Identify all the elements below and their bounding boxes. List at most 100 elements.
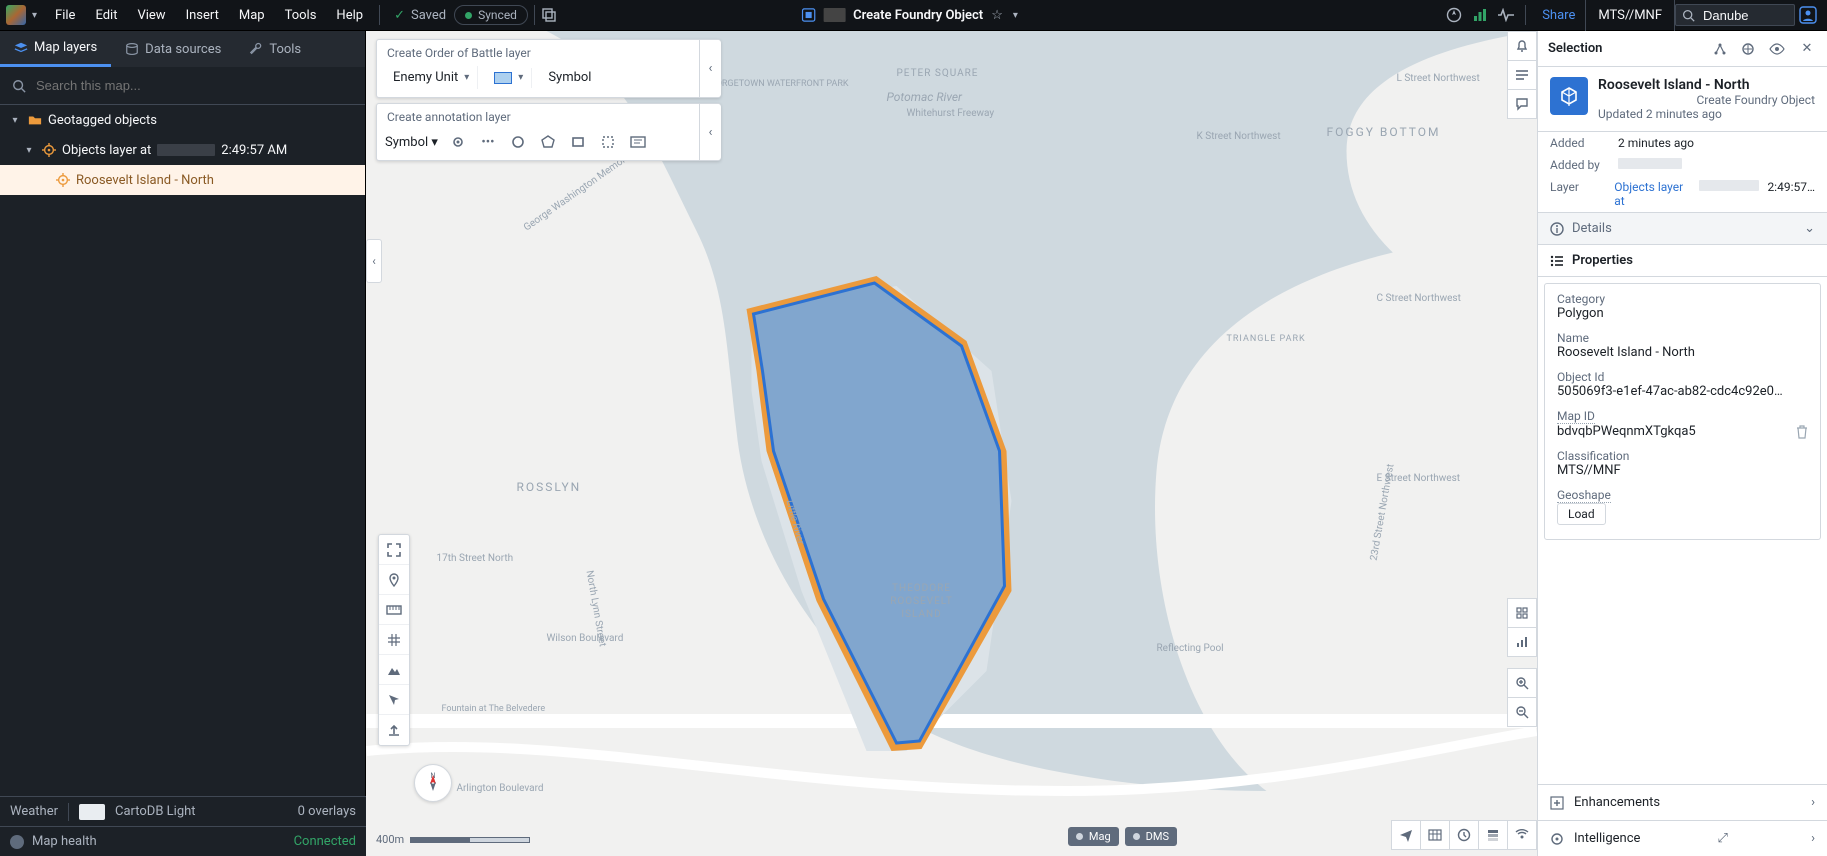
point-icon[interactable] (448, 132, 468, 152)
cube-icon (1550, 77, 1588, 115)
app-icon[interactable] (6, 5, 26, 25)
prop-category-value: Polygon (1557, 306, 1808, 321)
oob-color-dropdown[interactable]: ▾ (486, 68, 532, 88)
menu-tools[interactable]: Tools (275, 0, 327, 31)
compass-icon[interactable] (1441, 2, 1467, 28)
overlays-count[interactable]: 0 overlays (298, 804, 356, 819)
tab-map-layers[interactable]: Map layers (0, 31, 111, 67)
details-section[interactable]: Details ⌄ (1538, 212, 1827, 245)
chevron-down-icon[interactable]: ▾ (22, 145, 36, 156)
trash-icon[interactable] (1796, 425, 1808, 439)
redacted (157, 144, 215, 156)
tab-tools[interactable]: Tools (235, 31, 315, 67)
clock-icon[interactable] (1449, 820, 1479, 850)
tree-root[interactable]: ▾ Geotagged objects (0, 105, 365, 135)
layer-link[interactable]: Objects layer at (1614, 180, 1691, 208)
star-icon[interactable]: ☆ (991, 8, 1003, 23)
toggle-dms[interactable]: DMS (1125, 827, 1177, 846)
bars-icon[interactable] (1467, 2, 1493, 28)
tree-layer[interactable]: ▾ Objects layer at 2:49:57 AM (0, 135, 365, 165)
global-search-input[interactable] (1701, 7, 1781, 24)
ruler-button[interactable] (379, 595, 409, 625)
pulse-icon[interactable] (1493, 2, 1519, 28)
upload-button[interactable] (379, 715, 409, 745)
list-icon[interactable] (1507, 60, 1537, 90)
label-island1: THEODORE (892, 583, 951, 594)
cursor-button[interactable] (379, 685, 409, 715)
enhancements-section[interactable]: Enhancements › (1538, 784, 1827, 820)
label-kstreet: K Street Northwest (1197, 131, 1281, 142)
properties-tab[interactable]: Properties (1538, 245, 1827, 277)
anno-collapse[interactable]: ‹ (699, 104, 721, 160)
eye-icon[interactable] (1769, 43, 1789, 55)
selection-object: Roosevelt Island - North Create Foundry … (1538, 67, 1827, 132)
polygon-icon[interactable] (538, 132, 558, 152)
duplicate-icon[interactable] (541, 7, 557, 23)
profile-icon[interactable] (1795, 2, 1821, 28)
oob-unit-dropdown[interactable]: Enemy Unit ▾ (385, 66, 478, 89)
menu-map[interactable]: Map (229, 0, 275, 31)
prop-oid-value: 505069f3-e1ef-47ac-ab82-cdc4c92e0… (1557, 384, 1808, 399)
grid-button[interactable] (379, 625, 409, 655)
title-caret[interactable]: ▾ (1013, 10, 1018, 21)
oob-symbol-dropdown[interactable]: Symbol (540, 66, 599, 89)
circle-icon[interactable] (508, 132, 528, 152)
sync-status[interactable]: Synced (454, 5, 528, 25)
tab-data-sources[interactable]: Data sources (111, 31, 235, 67)
map-search[interactable] (0, 67, 365, 105)
load-button[interactable]: Load (1557, 503, 1606, 525)
label-belvedere: Fountain at The Belvedere (442, 704, 546, 714)
bbox-icon[interactable] (598, 132, 618, 152)
focus-icon[interactable] (1741, 42, 1761, 56)
compass[interactable]: N (414, 764, 452, 802)
menu-file[interactable]: File (45, 0, 85, 31)
redacted (823, 8, 845, 22)
fullscreen-button[interactable] (379, 535, 409, 565)
plane-icon[interactable] (1391, 820, 1421, 850)
collapse-left-handle[interactable]: ‹ (366, 239, 382, 283)
chart-icon[interactable] (1507, 627, 1537, 657)
list-icon (1550, 255, 1564, 267)
weather-label[interactable]: Weather (10, 804, 58, 819)
text-icon[interactable] (628, 132, 648, 152)
more-icon[interactable]: ••• (478, 132, 498, 152)
table-icon[interactable] (1420, 820, 1450, 850)
bell-icon[interactable] (1507, 31, 1537, 61)
unit-toggles: Mag DMS (1068, 827, 1177, 846)
intelligence-section[interactable]: Intelligence ⤢ › (1538, 820, 1827, 856)
chevron-down-icon: ▾ (431, 135, 438, 150)
map-right-rail (1507, 31, 1537, 856)
close-icon[interactable]: ✕ (1797, 41, 1817, 56)
basemap-thumb[interactable] (79, 804, 105, 820)
rect-icon[interactable] (568, 132, 588, 152)
network-icon[interactable] (1713, 42, 1733, 56)
app-menu-caret[interactable]: ▾ (32, 10, 37, 21)
stack-icon[interactable] (1478, 820, 1508, 850)
tree-item-selected[interactable]: Roosevelt Island - North (0, 165, 365, 195)
menu-edit[interactable]: Edit (85, 0, 127, 31)
toggle-mag[interactable]: Mag (1068, 827, 1119, 846)
oob-collapse[interactable]: ‹ (699, 40, 721, 97)
anno-symbol-dropdown[interactable]: Symbol ▾ (385, 135, 438, 150)
chevron-down-icon[interactable]: ▾ (8, 115, 22, 126)
menu-help[interactable]: Help (326, 0, 373, 31)
expand-icon[interactable]: ⤢ (1718, 831, 1728, 846)
map-canvas[interactable]: Potomac River THEODORE ROOSEVELT ISLAND … (366, 31, 1537, 856)
intelligence-label: Intelligence (1574, 831, 1640, 846)
map-health-label[interactable]: Map health (32, 834, 97, 849)
label-arlington: Arlington Boulevard (457, 783, 544, 794)
share-button[interactable]: Share (1532, 8, 1585, 23)
zoom-in-button[interactable] (1507, 668, 1537, 698)
map-search-input[interactable] (34, 77, 353, 94)
layers-icon[interactable] (1507, 598, 1537, 628)
menu-view[interactable]: View (127, 0, 175, 31)
menu-insert[interactable]: Insert (176, 0, 229, 31)
zoom-out-button[interactable] (1507, 697, 1537, 727)
menubar: ▾ File Edit View Insert Map Tools Help ✓… (0, 0, 1827, 31)
pin-button[interactable] (379, 565, 409, 595)
chat-icon[interactable] (1507, 89, 1537, 119)
terrain-button[interactable] (379, 655, 409, 685)
global-search[interactable] (1675, 4, 1795, 26)
broadcast-icon[interactable] (1507, 820, 1537, 850)
basemap-label[interactable]: CartoDB Light (115, 804, 196, 819)
